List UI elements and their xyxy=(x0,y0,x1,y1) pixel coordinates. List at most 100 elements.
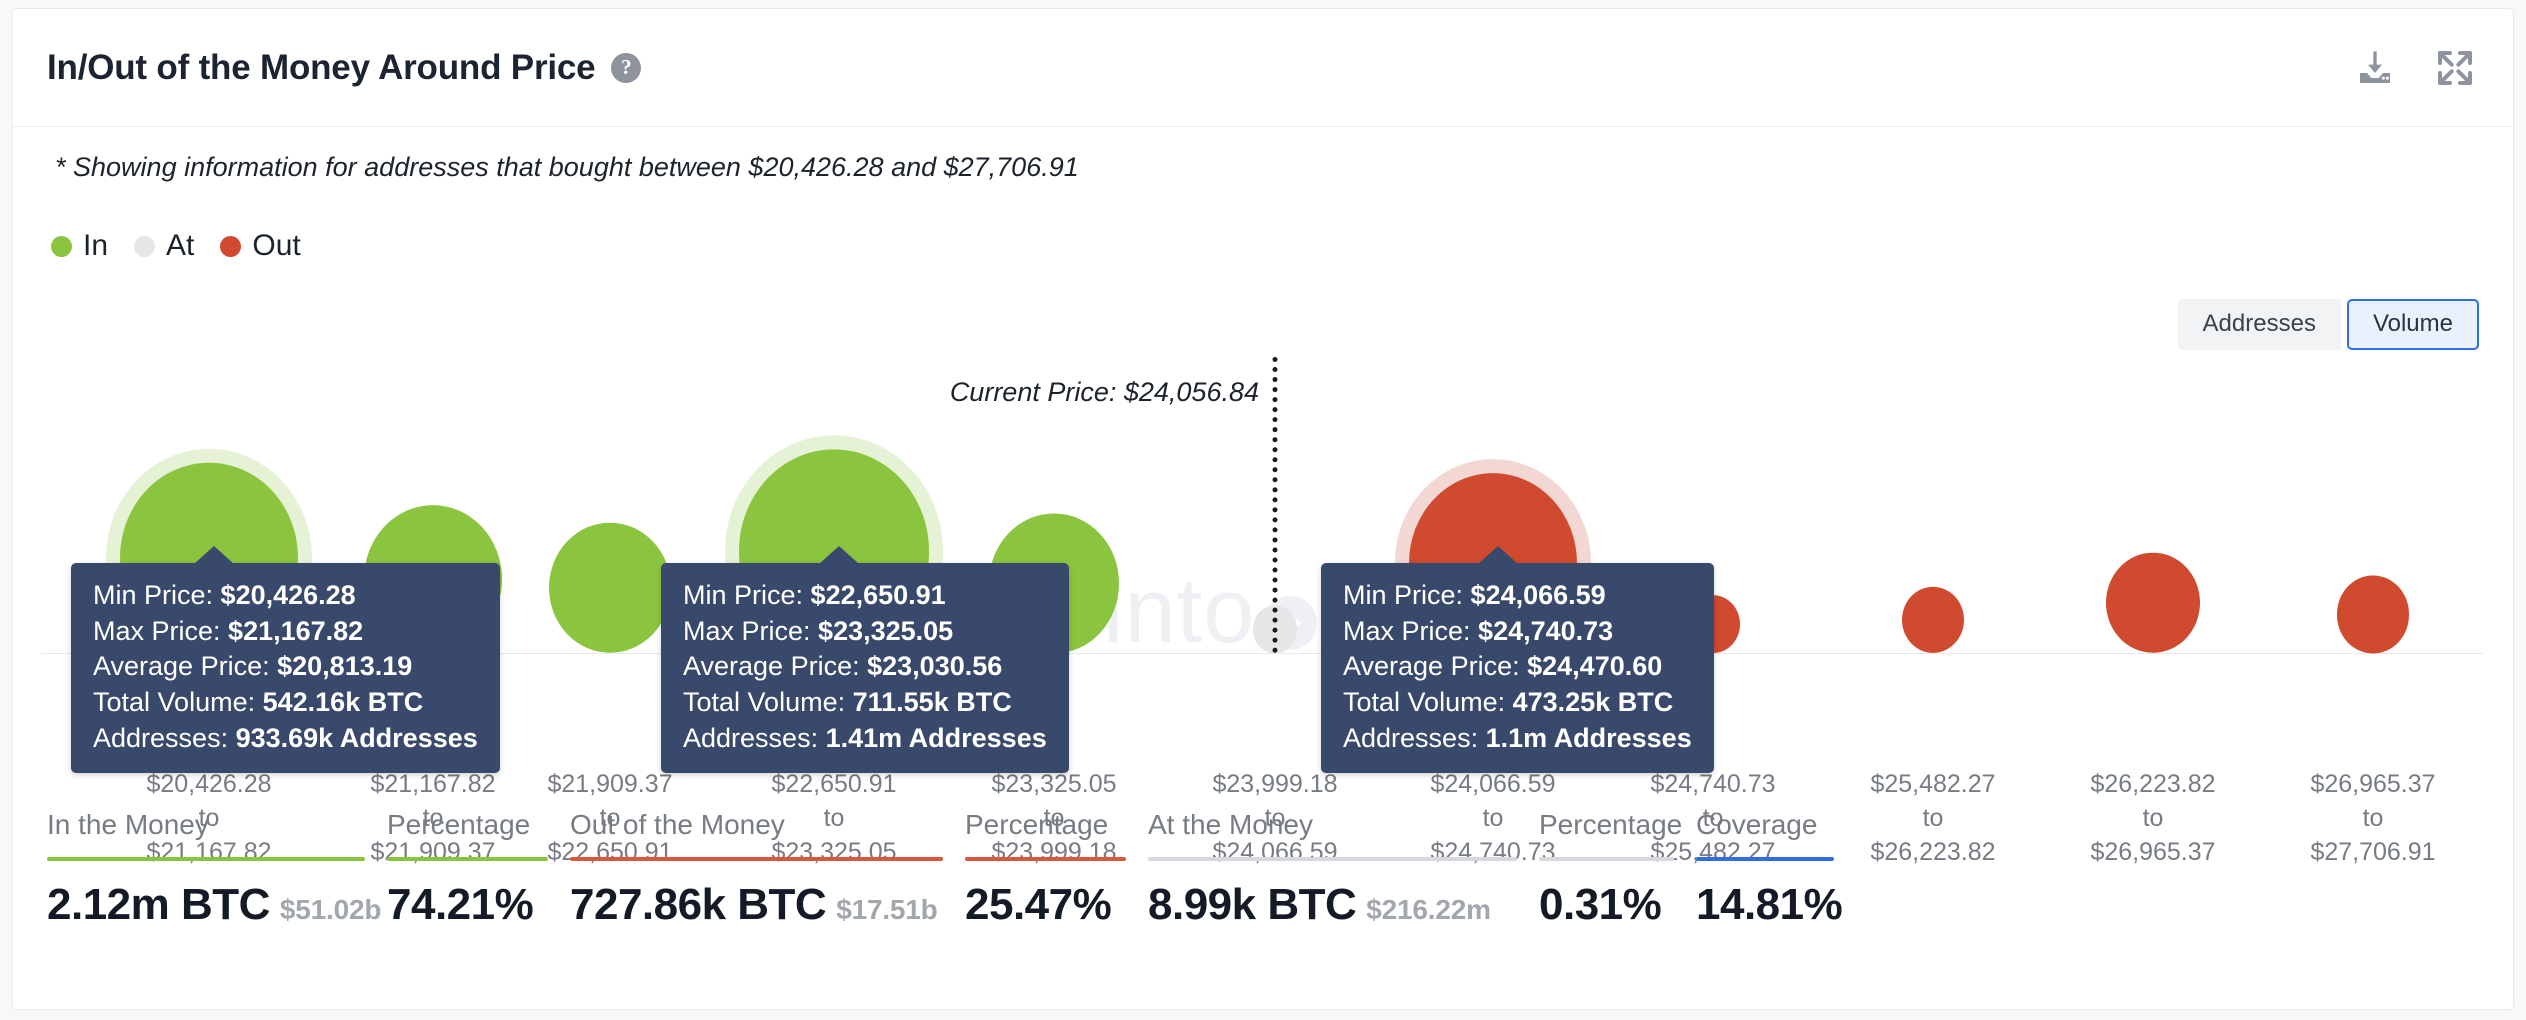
stat-label: In the Money xyxy=(47,809,367,857)
tooltip-row-5: Addresses: 933.69k Addresses xyxy=(93,721,478,757)
tooltip-row-3: Average Price: $23,030.56 xyxy=(683,649,1047,685)
legend-label-in: In xyxy=(83,229,108,263)
tooltip-row-label: Average Price: xyxy=(93,651,270,681)
stat-value: 2.12m BTC$51.02b xyxy=(47,880,367,930)
tooltip-row-label: Max Price: xyxy=(93,616,221,646)
tooltip-row-label: Max Price: xyxy=(683,616,811,646)
axis-tick-from: $23,999.18 xyxy=(1212,767,1337,801)
stat-rule xyxy=(1539,857,1674,861)
stat-subvalue: $51.02b xyxy=(280,894,381,925)
tooltip-row-value: 1.1m Addresses xyxy=(1486,723,1692,753)
stat-rule xyxy=(1696,857,1834,861)
tooltip-row-label: Addresses: xyxy=(1343,723,1478,753)
metric-toggle-group: Addresses Volume xyxy=(2178,299,2479,350)
toggle-volume-button[interactable]: Volume xyxy=(2347,299,2479,350)
legend-label-at: At xyxy=(166,229,194,263)
tooltip-row-3: Average Price: $24,470.60 xyxy=(1343,649,1692,685)
stat-label: At the Money xyxy=(1148,809,1519,857)
stat-subvalue: $17.51b xyxy=(836,894,937,925)
tooltip-row-value: $24,740.73 xyxy=(1478,616,1613,646)
stat-value: 74.21% xyxy=(387,880,550,930)
stat-rule xyxy=(47,857,365,861)
tooltip-row-label: Total Volume: xyxy=(1343,687,1505,717)
tooltip-row-label: Min Price: xyxy=(1343,580,1463,610)
tooltip-row-5: Addresses: 1.41m Addresses xyxy=(683,721,1047,757)
tooltip-row-label: Min Price: xyxy=(93,580,213,610)
bubble-out-9[interactable] xyxy=(1902,587,1964,653)
in-out-of-money-card: In/Out of the Money Around Price ? * Sho… xyxy=(12,8,2514,1010)
tooltip-row-value: 1.41m Addresses xyxy=(826,723,1047,753)
legend-item-at[interactable]: At xyxy=(134,229,194,263)
axis-tick-from: $21,909.37 xyxy=(547,767,672,801)
header-actions xyxy=(2355,48,2475,88)
tooltip-row-value: $23,325.05 xyxy=(818,616,953,646)
tooltip-row-5: Addresses: 1.1m Addresses xyxy=(1343,721,1692,757)
legend-dot-at-icon xyxy=(134,236,155,257)
tooltip-row-value: 473.25k BTC xyxy=(1513,687,1674,717)
tooltip-row-label: Min Price: xyxy=(683,580,803,610)
legend-item-out[interactable]: Out xyxy=(220,229,300,263)
stat-value: 8.99k BTC$216.22m xyxy=(1148,880,1519,930)
stat-label: Coverage xyxy=(1696,809,1836,857)
tooltip-row-label: Max Price: xyxy=(1343,616,1471,646)
stat-label: Percentage xyxy=(1539,809,1676,857)
legend-dot-out-icon xyxy=(220,236,241,257)
tooltip-row-3: Average Price: $20,813.19 xyxy=(93,649,478,685)
stat-out-of-the-money-3: Out of the Money 727.86k BTC$17.51b xyxy=(570,809,965,930)
question-mark-circle-icon[interactable]: ? xyxy=(611,53,641,83)
toggle-addresses-button[interactable]: Addresses xyxy=(2178,299,2341,350)
tooltip-row-value: $24,470.60 xyxy=(1527,651,1662,681)
stat-value: 14.81% xyxy=(1696,880,1836,930)
tooltip-row-2: Max Price: $23,325.05 xyxy=(683,614,1047,650)
bubble-out-11[interactable] xyxy=(2337,576,2409,653)
tooltip-row-4: Total Volume: 473.25k BTC xyxy=(1343,685,1692,721)
stat-subvalue: $216.22m xyxy=(1366,894,1491,925)
stat-rule xyxy=(965,857,1126,861)
tooltip-row-value: $24,066.59 xyxy=(1471,580,1606,610)
stat-value: 0.31% xyxy=(1539,880,1676,930)
legend: In At Out xyxy=(51,229,301,263)
tooltip-row-value: $20,813.19 xyxy=(277,651,412,681)
legend-label-out: Out xyxy=(252,229,300,263)
tooltip-row-value: $21,167.82 xyxy=(228,616,363,646)
tooltip-row-label: Addresses: xyxy=(683,723,818,753)
tooltip-row-value: 542.16k BTC xyxy=(263,687,424,717)
tooltip-arrow xyxy=(1478,546,1518,564)
tooltip-row-value: 711.55k BTC xyxy=(853,687,1012,717)
fullscreen-expand-icon[interactable] xyxy=(2435,48,2475,88)
card-header: In/Out of the Money Around Price ? xyxy=(13,9,2513,127)
bubble-in-3[interactable] xyxy=(549,522,671,653)
tooltip-bucket-7: Min Price: $24,066.59Max Price: $24,740.… xyxy=(1321,563,1714,773)
stat-percentage-6: Percentage 0.31% xyxy=(1539,809,1696,930)
subtitle-note: * Showing information for addresses that… xyxy=(55,152,1079,183)
bubble-out-10[interactable] xyxy=(2106,552,2200,653)
tooltip-arrow xyxy=(194,546,234,564)
tooltip-row-label: Total Volume: xyxy=(93,687,255,717)
stat-value: 727.86k BTC$17.51b xyxy=(570,880,945,930)
tooltip-row-label: Total Volume: xyxy=(683,687,845,717)
tooltip-bucket-1: Min Price: $20,426.28Max Price: $21,167.… xyxy=(71,563,500,773)
tooltip-row-value: $23,030.56 xyxy=(867,651,1002,681)
tooltip-row-1: Min Price: $22,650.91 xyxy=(683,578,1047,614)
tooltip-row-2: Max Price: $24,740.73 xyxy=(1343,614,1692,650)
stat-percentage-4: Percentage25.47% xyxy=(965,809,1148,930)
stat-label: Percentage xyxy=(387,809,550,857)
stats-row: In the Money 2.12m BTC$51.02b Percentage 74… xyxy=(47,809,2477,930)
stat-rule xyxy=(387,857,548,861)
stat-coverage-7: Coverage 14.81% xyxy=(1696,809,1856,930)
axis-tick-from: $26,223.82 xyxy=(2090,767,2215,801)
stat-rule xyxy=(1148,857,1517,861)
stat-label: Out of the Money xyxy=(570,809,945,857)
legend-item-in[interactable]: In xyxy=(51,229,108,263)
stat-value: 25.47% xyxy=(965,880,1128,930)
tooltip-row-4: Total Volume: 542.16k BTC xyxy=(93,685,478,721)
tooltip-row-1: Min Price: $24,066.59 xyxy=(1343,578,1692,614)
tooltip-row-4: Total Volume: 711.55k BTC xyxy=(683,685,1047,721)
stat-in-the-money-1: In the Money 2.12m BTC$51.02b xyxy=(47,809,387,930)
stat-at-the-money-5: At the Money 8.99k BTC$216.22m xyxy=(1148,809,1539,930)
tooltip-row-label: Addresses: xyxy=(93,723,228,753)
page-title: In/Out of the Money Around Price xyxy=(47,48,595,88)
legend-dot-in-icon xyxy=(51,236,72,257)
download-icon[interactable] xyxy=(2355,48,2395,88)
tooltip-row-label: Average Price: xyxy=(683,651,860,681)
